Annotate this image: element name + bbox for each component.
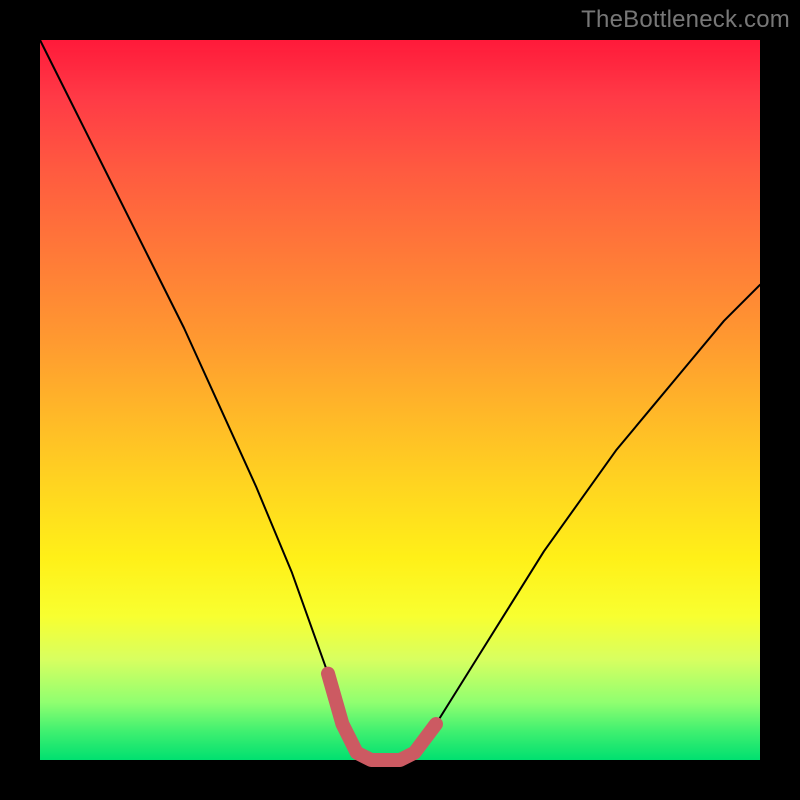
valley-highlight-path — [328, 674, 436, 760]
bottleneck-curve-path — [40, 40, 760, 760]
chart-frame: TheBottleneck.com — [0, 0, 800, 800]
curve-layer — [40, 40, 760, 760]
plot-area — [40, 40, 760, 760]
watermark-text: TheBottleneck.com — [581, 6, 790, 34]
